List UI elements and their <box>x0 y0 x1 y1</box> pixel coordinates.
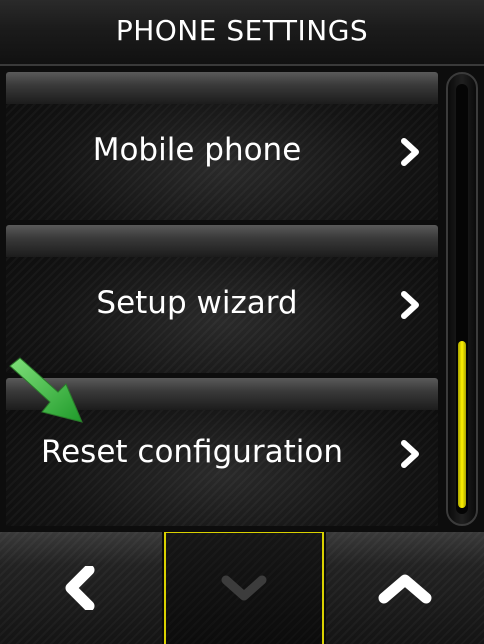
menu-item-mobile-phone[interactable]: Mobile phone <box>6 72 438 220</box>
menu-item-label: Reset configuration <box>40 434 344 470</box>
scrollbar[interactable] <box>446 72 478 526</box>
chevron-right-icon <box>401 440 419 468</box>
chevron-right-icon <box>401 138 419 166</box>
back-button[interactable] <box>0 532 162 644</box>
chevron-up-icon <box>378 574 432 604</box>
scroll-up-button[interactable] <box>326 532 484 644</box>
menu-item-label: Setup wizard <box>96 285 298 321</box>
title-bar: PHONE SETTINGS <box>0 0 484 66</box>
page-title: PHONE SETTINGS <box>115 14 369 47</box>
chevron-right-icon <box>401 291 419 319</box>
scrollbar-track[interactable] <box>456 84 468 514</box>
menu-item-label: Mobile phone <box>92 132 302 168</box>
menu-item-setup-wizard[interactable]: Setup wizard <box>6 225 438 373</box>
scroll-down-button[interactable] <box>164 532 324 644</box>
bottom-navigation <box>0 532 484 644</box>
chevron-left-icon <box>65 566 95 610</box>
chevron-down-icon <box>221 575 267 600</box>
green-arrow-pointer-icon <box>9 357 83 423</box>
scrollbar-thumb[interactable] <box>458 341 466 508</box>
